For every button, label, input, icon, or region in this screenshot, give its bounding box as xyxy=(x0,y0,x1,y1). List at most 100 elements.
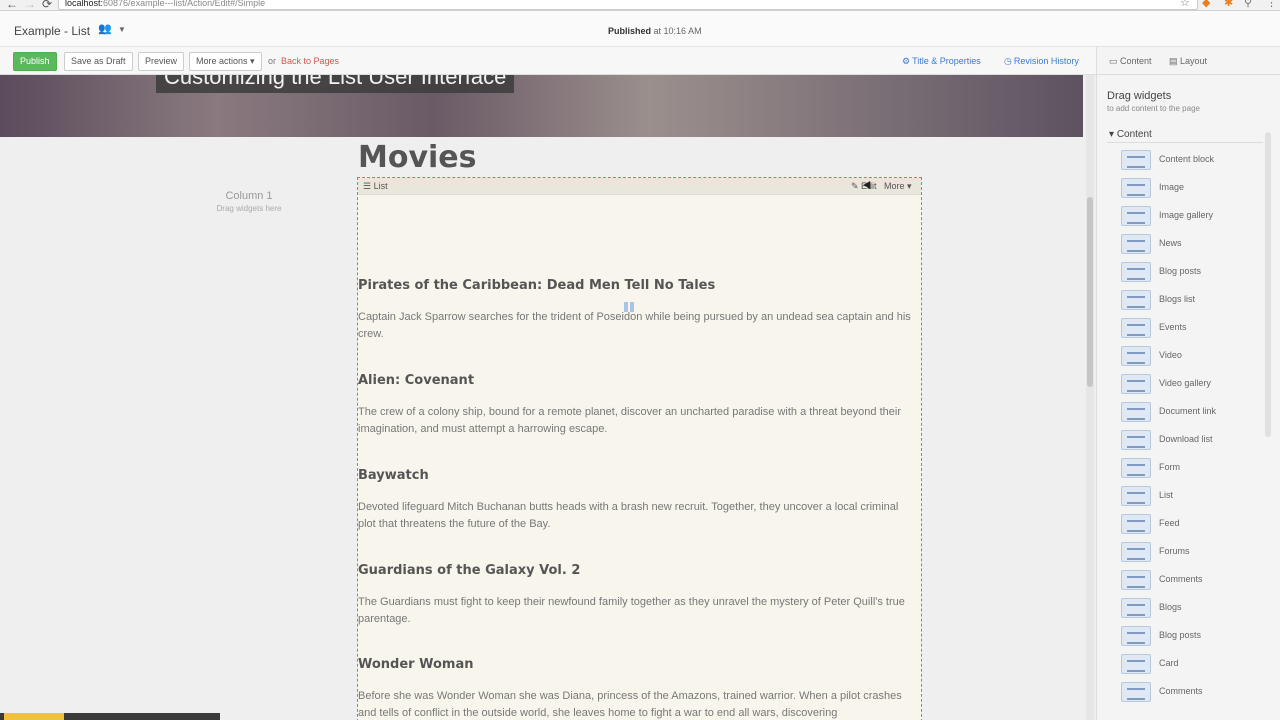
widget-item-label: Content block xyxy=(1159,154,1215,164)
widget-more-button[interactable]: More ▾ xyxy=(884,181,912,192)
widget-icon xyxy=(1121,626,1151,646)
widget-icon xyxy=(1121,262,1151,282)
forward-icon[interactable]: → xyxy=(24,0,36,10)
url-host: localhost: xyxy=(65,0,104,8)
taskbar-item[interactable] xyxy=(4,713,64,720)
widget-item-label: Image gallery xyxy=(1159,210,1214,220)
widget-icon xyxy=(1121,542,1151,562)
divider xyxy=(1107,142,1263,143)
widget-icon xyxy=(1121,570,1151,590)
movie-description: Captain Jack Sparrow searches for the tr… xyxy=(358,311,911,340)
bookmark-star-icon[interactable]: ☆ xyxy=(1180,0,1190,9)
list-item: Guardians of the Galaxy Vol. 2 The Guard… xyxy=(358,563,918,628)
revision-history-link[interactable]: ◷ Revision History xyxy=(1004,56,1079,67)
widget-item-label: News xyxy=(1159,238,1182,248)
taskbar xyxy=(0,713,220,720)
widget-item[interactable]: Card xyxy=(1121,652,1271,676)
widget-item[interactable]: Blogs list xyxy=(1121,288,1271,312)
publish-button[interactable]: Publish xyxy=(13,52,57,71)
widget-item-label: Forums xyxy=(1159,546,1190,556)
back-to-pages-link[interactable]: Back to Pages xyxy=(281,56,339,66)
widget-item[interactable]: List xyxy=(1121,484,1271,508)
tab-content[interactable]: ▭ Content xyxy=(1109,56,1152,67)
widget-icon xyxy=(1121,514,1151,534)
movie-title[interactable]: Baywatch xyxy=(358,468,918,483)
widget-icon xyxy=(1121,458,1151,478)
preview-button[interactable]: Preview xyxy=(138,52,185,71)
panel-tabs: ▭ Content ▤ Layout xyxy=(1097,47,1280,75)
page-editor-toolbar: Publish Save as Draft Preview More actio… xyxy=(0,47,1096,75)
widget-item-label: Blog posts xyxy=(1159,266,1202,276)
list-item: Baywatch Devoted lifeguard Mitch Buchana… xyxy=(358,468,918,533)
widget-item[interactable]: Form xyxy=(1121,456,1271,480)
more-actions-button[interactable]: More actions ▾ xyxy=(189,52,262,71)
widget-item[interactable]: Blog posts xyxy=(1121,624,1271,648)
url-path: 60876/example---list/Action/Edit#/Simple xyxy=(103,0,266,8)
chevron-down-icon[interactable]: ▼ xyxy=(118,25,126,34)
widget-item-label: Card xyxy=(1159,658,1179,668)
users-icon[interactable]: 👥 xyxy=(98,22,112,35)
widget-item[interactable]: Content block xyxy=(1121,148,1271,172)
widget-item[interactable]: Forums xyxy=(1121,540,1271,564)
widget-item[interactable]: Download list xyxy=(1121,428,1271,452)
back-icon[interactable]: ← xyxy=(6,0,18,10)
column-hint: Drag widgets here xyxy=(216,204,282,213)
published-label: Published xyxy=(608,26,652,36)
list-title: Movies xyxy=(358,140,477,175)
widget-item[interactable]: Feed xyxy=(1121,512,1271,536)
widget-item-label: List xyxy=(1159,490,1174,500)
browser-menu-icon[interactable]: ⋮ xyxy=(1266,0,1277,9)
widget-item-label: Events xyxy=(1159,322,1187,332)
save-draft-button[interactable]: Save as Draft xyxy=(64,52,133,71)
widget-icon xyxy=(1121,318,1151,338)
list-item: Wonder Woman Before she was Wonder Woman… xyxy=(358,657,918,720)
hero-title: Customizing the List User Interface xyxy=(156,75,515,93)
scrollbar-thumb[interactable] xyxy=(1087,197,1093,387)
widget-item[interactable]: Comments xyxy=(1121,568,1271,592)
widget-item-label: Video xyxy=(1159,350,1182,360)
widget-item[interactable]: News xyxy=(1121,232,1271,256)
extension-icon[interactable]: ◆ xyxy=(1202,0,1210,9)
widget-icon xyxy=(1121,598,1151,618)
widget-item[interactable]: Comments xyxy=(1121,680,1271,704)
movie-title[interactable]: Pirates of the Caribbean: Dead Men Tell … xyxy=(358,278,918,293)
widget-icon xyxy=(1121,374,1151,394)
widget-item-label: Blogs xyxy=(1159,602,1182,612)
extension-icon-2[interactable]: ⚲ xyxy=(1244,0,1252,9)
clock-icon: ◷ xyxy=(1004,56,1012,66)
canvas-scrollbar[interactable] xyxy=(1086,75,1094,720)
reload-icon[interactable]: ⟳ xyxy=(42,0,52,10)
movie-description: The crew of a colony ship, bound for a r… xyxy=(358,406,901,435)
widget-icon xyxy=(1121,346,1151,366)
widget-item[interactable]: Blogs xyxy=(1121,596,1271,620)
movie-title[interactable]: Guardians of the Galaxy Vol. 2 xyxy=(358,563,918,578)
published-time: at 10:16 AM xyxy=(653,26,702,36)
widget-icon xyxy=(1121,486,1151,506)
widget-item-label: Blog posts xyxy=(1159,630,1202,640)
widget-item-label: Video gallery xyxy=(1159,378,1211,388)
widget-item[interactable]: Image xyxy=(1121,176,1271,200)
widget-icon xyxy=(1121,430,1151,450)
widget-item[interactable]: Document link xyxy=(1121,400,1271,424)
address-bar[interactable]: localhost:60876/example---list/Action/Ed… xyxy=(58,0,1198,10)
widget-item[interactable]: Video gallery xyxy=(1121,372,1271,396)
widget-label: ☰ List xyxy=(363,181,388,191)
widget-item[interactable]: Video xyxy=(1121,344,1271,368)
movie-title[interactable]: Wonder Woman xyxy=(358,657,918,672)
widget-icon xyxy=(1121,402,1151,422)
widget-icon xyxy=(1121,150,1151,170)
widget-item[interactable]: Blog posts xyxy=(1121,260,1271,284)
category-content[interactable]: ▾ Content xyxy=(1109,129,1152,140)
browser-toolbar: ← → ⟳ localhost:60876/example---list/Act… xyxy=(0,0,1280,11)
list-widget[interactable]: ☰ List ✎ Edit More ▾ xyxy=(357,177,922,720)
gear-icon: ⚙ xyxy=(902,56,911,66)
widget-icon xyxy=(1121,178,1151,198)
revision-history-label: Revision History xyxy=(1013,56,1079,66)
movie-title[interactable]: Alien: Covenant xyxy=(358,373,918,388)
hubspot-extension-icon[interactable]: ✱ xyxy=(1224,0,1233,9)
title-properties-link[interactable]: ⚙ Title & Properties xyxy=(902,56,981,67)
widget-item[interactable]: Events xyxy=(1121,316,1271,340)
tab-layout[interactable]: ▤ Layout xyxy=(1169,56,1207,67)
widget-item[interactable]: Image gallery xyxy=(1121,204,1271,228)
site-title: Example - List xyxy=(14,24,91,38)
